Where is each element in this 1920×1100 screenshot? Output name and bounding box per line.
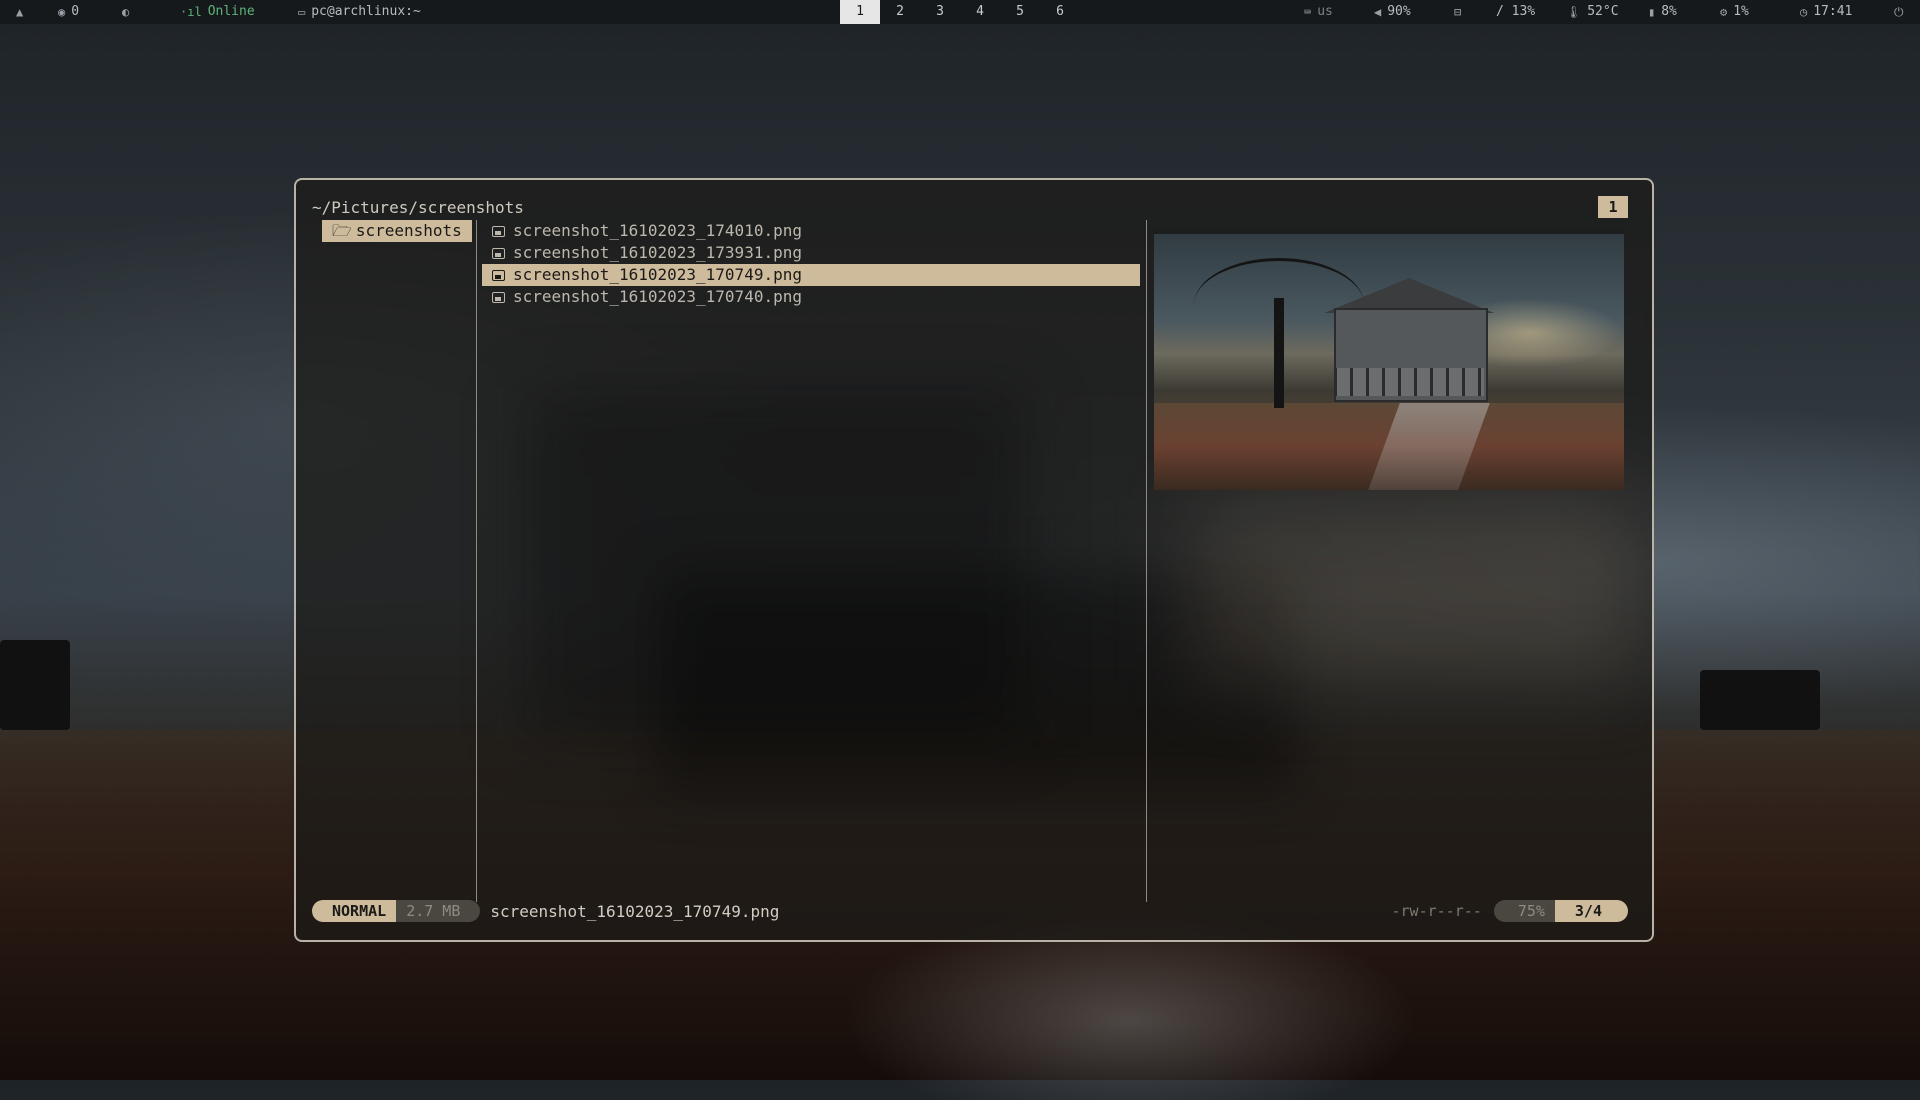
window-title: ▭ pc@archlinux:~ — [298, 0, 421, 24]
network-status[interactable]: ·ıl Online — [180, 0, 255, 24]
file-size: 2.7 MB — [396, 900, 481, 922]
file-name: screenshot_16102023_170740.png — [513, 287, 802, 306]
power-button[interactable]: ⏻ — [1894, 0, 1904, 24]
launcher-button[interactable]: ▲ — [16, 0, 23, 24]
list-item[interactable]: screenshot_16102023_174010.png — [482, 220, 1140, 242]
current-file-name: screenshot_16102023_170749.png — [490, 901, 780, 921]
cpu-icon: ⚙ — [1720, 5, 1728, 19]
top-bar: ▲ ◉ 0 ◐ ·ıl Online ▭ pc@archlinux:~ 1 2 … — [0, 0, 1920, 24]
tab-indicator[interactable]: 1 — [1598, 196, 1628, 218]
workspace-switcher: 1 2 3 4 5 6 — [840, 0, 1080, 24]
terminal-icon: ▭ — [298, 5, 306, 19]
workspace-1[interactable]: 1 — [840, 0, 880, 24]
parent-column: 🗁 screenshots — [322, 220, 472, 242]
disk-icon: ⊟ — [1454, 5, 1462, 19]
github-count: 0 — [71, 4, 80, 19]
cpu-usage[interactable]: ⚙ 1% — [1720, 0, 1749, 24]
temperature-label: 52°C — [1587, 4, 1619, 19]
file-name: screenshot_16102023_170749.png — [513, 265, 802, 284]
keyboard-icon: ⌨ — [1304, 5, 1312, 19]
parent-dir-label: screenshots — [355, 221, 462, 240]
disk-usage-value: / 13% — [1496, 0, 1535, 24]
file-list: screenshot_16102023_174010.png screensho… — [482, 220, 1140, 308]
power-profile-icon: ◐ — [122, 5, 130, 19]
arch-logo-icon: ▲ — [16, 5, 24, 19]
keyboard-layout-label: us — [1317, 4, 1333, 19]
signal-icon: ·ıl — [180, 5, 202, 19]
clock-icon: ◷ — [1800, 5, 1808, 19]
keyboard-layout[interactable]: ⌨ us — [1304, 0, 1333, 24]
volume-icon: ◀ — [1374, 5, 1382, 19]
memory-icon: ▮ — [1648, 5, 1656, 19]
image-preview — [1154, 228, 1624, 490]
list-item-selected[interactable]: screenshot_16102023_170749.png — [482, 264, 1140, 286]
network-status-label: Online — [207, 4, 255, 19]
status-right: -rw-r--r-- 75% 3/4 — [1391, 900, 1628, 922]
workspace-3[interactable]: 3 — [920, 0, 960, 24]
disk-label: / 13% — [1496, 4, 1536, 19]
power-icon: ⏻ — [1894, 5, 1904, 19]
cursor-position: 3/4 — [1554, 900, 1628, 922]
disk-usage[interactable]: ⊟ — [1454, 0, 1461, 24]
wallpaper-tree — [0, 640, 70, 730]
file-name: screenshot_16102023_173931.png — [513, 243, 802, 262]
workspace-2[interactable]: 2 — [880, 0, 920, 24]
clock[interactable]: ◷ 17:41 — [1800, 0, 1852, 24]
workspace-5[interactable]: 5 — [1000, 0, 1040, 24]
github-notifications[interactable]: ◉ 0 — [58, 0, 79, 24]
current-path: ~/Pictures/screenshots — [312, 198, 524, 217]
column-divider — [1146, 220, 1147, 902]
volume-label: 90% — [1387, 4, 1411, 19]
memory-label: 8% — [1661, 4, 1677, 19]
list-item[interactable]: screenshot_16102023_170740.png — [482, 286, 1140, 308]
file-manager-window: ~/Pictures/screenshots 1 🗁 screenshots s… — [294, 178, 1654, 942]
file-name: screenshot_16102023_174010.png — [513, 221, 802, 240]
status-bar: NORMAL 2.7 MB screenshot_16102023_170749… — [312, 900, 1628, 922]
scroll-percent: 75% — [1493, 900, 1555, 922]
workspace-6[interactable]: 6 — [1040, 0, 1080, 24]
image-file-icon — [492, 291, 505, 303]
wallpaper-tree — [1700, 670, 1820, 730]
mode-indicator: NORMAL — [312, 900, 397, 922]
github-icon: ◉ — [58, 5, 66, 19]
image-file-icon — [492, 247, 505, 259]
list-item[interactable]: screenshot_16102023_173931.png — [482, 242, 1140, 264]
column-divider — [476, 220, 477, 902]
temperature[interactable]: 🌡 52°C — [1566, 0, 1619, 24]
clock-label: 17:41 — [1813, 4, 1853, 19]
thermometer-icon: 🌡 — [1566, 5, 1582, 19]
file-permissions: -rw-r--r-- — [1391, 902, 1482, 920]
window-title-label: pc@archlinux:~ — [311, 4, 421, 19]
workspace-4[interactable]: 4 — [960, 0, 1000, 24]
power-profile-button[interactable]: ◐ — [122, 0, 129, 24]
parent-dir-item[interactable]: 🗁 screenshots — [322, 220, 472, 242]
image-file-icon — [492, 225, 505, 237]
cpu-label: 1% — [1733, 4, 1749, 19]
volume-control[interactable]: ◀ 90% — [1374, 0, 1411, 24]
image-file-icon — [492, 269, 505, 281]
memory-usage[interactable]: ▮ 8% — [1648, 0, 1677, 24]
folder-open-icon: 🗁 — [332, 221, 352, 240]
